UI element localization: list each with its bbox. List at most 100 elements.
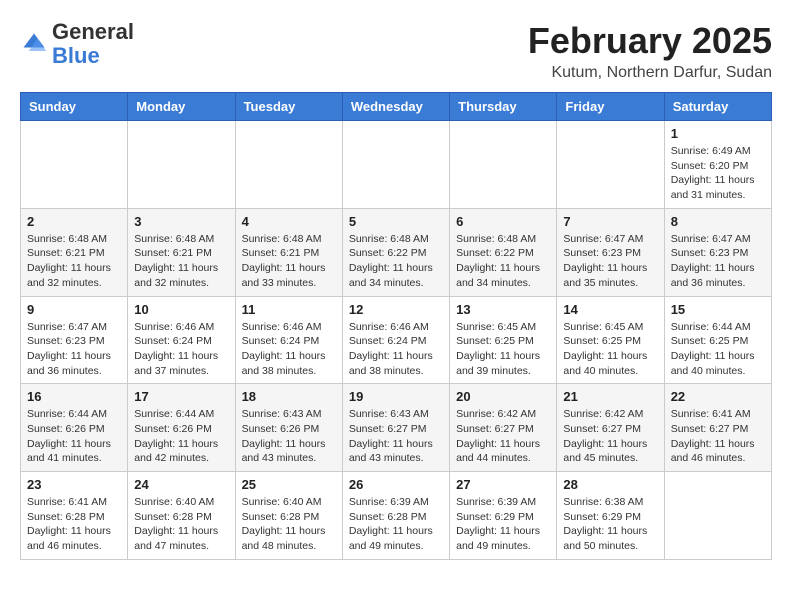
day-number: 15 [671, 302, 765, 317]
calendar-cell: 16 Sunrise: 6:44 AM Sunset: 6:26 PM Dayli… [21, 384, 128, 472]
calendar-cell: 25 Sunrise: 6:40 AM Sunset: 6:28 PM Dayli… [235, 472, 342, 560]
weekday-header-row: SundayMondayTuesdayWednesdayThursdayFrid… [21, 93, 772, 121]
weekday-header-wednesday: Wednesday [342, 93, 449, 121]
calendar-cell [235, 121, 342, 209]
calendar-cell: 8Sunrise: 6:47 AM Sunset: 6:23 PM Daylig… [664, 208, 771, 296]
calendar-cell: 21Sunrise: 6:42 AM Sunset: 6:27 PM Dayli… [557, 384, 664, 472]
day-number: 28 [563, 477, 657, 492]
weekday-header-thursday: Thursday [450, 93, 557, 121]
calendar-cell: 14 Sunrise: 6:45 AM Sunset: 6:25 PM Dayli… [557, 296, 664, 384]
day-info: Sunrise: 6:42 AM Sunset: 6:27 PM Dayligh… [456, 407, 550, 466]
day-info: Sunrise: 6:45 AM Sunset: 6:25 PM Dayligh… [563, 320, 657, 379]
day-number: 24 [134, 477, 228, 492]
day-info: Sunrise: 6:46 AM Sunset: 6:24 PM Dayligh… [134, 320, 228, 379]
calendar-cell: 13 Sunrise: 6:45 AM Sunset: 6:25 PM Dayli… [450, 296, 557, 384]
calendar-cell [664, 472, 771, 560]
day-number: 14 [563, 302, 657, 317]
day-number: 6 [456, 214, 550, 229]
day-number: 4 [242, 214, 336, 229]
day-info: Sunrise: 6:41 AM Sunset: 6:27 PM Dayligh… [671, 407, 765, 466]
day-info: Sunrise: 6:43 AM Sunset: 6:26 PM Dayligh… [242, 407, 336, 466]
logo-general-text: General [52, 19, 134, 44]
calendar-cell: 4Sunrise: 6:48 AM Sunset: 6:21 PM Daylig… [235, 208, 342, 296]
day-info: Sunrise: 6:49 AM Sunset: 6:20 PM Dayligh… [671, 144, 765, 203]
day-info: Sunrise: 6:48 AM Sunset: 6:21 PM Dayligh… [27, 232, 121, 291]
calendar-cell: 6 Sunrise: 6:48 AM Sunset: 6:22 PM Daylig… [450, 208, 557, 296]
day-number: 2 [27, 214, 121, 229]
day-info: Sunrise: 6:43 AM Sunset: 6:27 PM Dayligh… [349, 407, 443, 466]
day-number: 18 [242, 389, 336, 404]
day-info: Sunrise: 6:40 AM Sunset: 6:28 PM Dayligh… [242, 495, 336, 554]
day-number: 19 [349, 389, 443, 404]
weekday-header-friday: Friday [557, 93, 664, 121]
calendar-cell: 24Sunrise: 6:40 AM Sunset: 6:28 PM Dayli… [128, 472, 235, 560]
weekday-header-tuesday: Tuesday [235, 93, 342, 121]
calendar-cell [557, 121, 664, 209]
day-info: Sunrise: 6:44 AM Sunset: 6:26 PM Dayligh… [27, 407, 121, 466]
day-info: Sunrise: 6:48 AM Sunset: 6:22 PM Dayligh… [349, 232, 443, 291]
day-number: 8 [671, 214, 765, 229]
calendar-table: SundayMondayTuesdayWednesdayThursdayFrid… [20, 92, 772, 560]
day-number: 27 [456, 477, 550, 492]
day-number: 7 [563, 214, 657, 229]
logo: General Blue [20, 20, 134, 68]
day-info: Sunrise: 6:41 AM Sunset: 6:28 PM Dayligh… [27, 495, 121, 554]
calendar-cell: 28 Sunrise: 6:38 AM Sunset: 6:29 PM Dayli… [557, 472, 664, 560]
day-info: Sunrise: 6:44 AM Sunset: 6:26 PM Dayligh… [134, 407, 228, 466]
day-info: Sunrise: 6:44 AM Sunset: 6:25 PM Dayligh… [671, 320, 765, 379]
day-number: 25 [242, 477, 336, 492]
week-row-1: 1 Sunrise: 6:49 AM Sunset: 6:20 PM Daylig… [21, 121, 772, 209]
day-info: Sunrise: 6:38 AM Sunset: 6:29 PM Dayligh… [563, 495, 657, 554]
day-info: Sunrise: 6:47 AM Sunset: 6:23 PM Dayligh… [27, 320, 121, 379]
calendar-cell: 3 Sunrise: 6:48 AM Sunset: 6:21 PM Daylig… [128, 208, 235, 296]
calendar-cell: 2 Sunrise: 6:48 AM Sunset: 6:21 PM Daylig… [21, 208, 128, 296]
day-info: Sunrise: 6:46 AM Sunset: 6:24 PM Dayligh… [242, 320, 336, 379]
calendar-cell: 20 Sunrise: 6:42 AM Sunset: 6:27 PM Dayli… [450, 384, 557, 472]
day-number: 1 [671, 126, 765, 141]
month-title: February 2025 [528, 20, 772, 62]
day-number: 21 [563, 389, 657, 404]
calendar-cell [21, 121, 128, 209]
calendar-cell: 18 Sunrise: 6:43 AM Sunset: 6:26 PM Dayli… [235, 384, 342, 472]
calendar-cell: 1 Sunrise: 6:49 AM Sunset: 6:20 PM Daylig… [664, 121, 771, 209]
day-number: 10 [134, 302, 228, 317]
week-row-3: 9 Sunrise: 6:47 AM Sunset: 6:23 PM Daylig… [21, 296, 772, 384]
day-number: 11 [242, 302, 336, 317]
calendar-cell: 11 Sunrise: 6:46 AM Sunset: 6:24 PM Dayli… [235, 296, 342, 384]
week-row-4: 16 Sunrise: 6:44 AM Sunset: 6:26 PM Dayli… [21, 384, 772, 472]
day-info: Sunrise: 6:47 AM Sunset: 6:23 PM Dayligh… [563, 232, 657, 291]
day-number: 20 [456, 389, 550, 404]
calendar-cell: 15 Sunrise: 6:44 AM Sunset: 6:25 PM Dayli… [664, 296, 771, 384]
calendar-cell [128, 121, 235, 209]
day-info: Sunrise: 6:39 AM Sunset: 6:29 PM Dayligh… [456, 495, 550, 554]
calendar-cell: 23Sunrise: 6:41 AM Sunset: 6:28 PM Dayli… [21, 472, 128, 560]
calendar-cell: 27 Sunrise: 6:39 AM Sunset: 6:29 PM Dayli… [450, 472, 557, 560]
calendar-cell [342, 121, 449, 209]
calendar-cell: 17Sunrise: 6:44 AM Sunset: 6:26 PM Dayli… [128, 384, 235, 472]
day-number: 3 [134, 214, 228, 229]
calendar-cell [450, 121, 557, 209]
location-title: Kutum, Northern Darfur, Sudan [528, 64, 772, 82]
calendar-cell: 26Sunrise: 6:39 AM Sunset: 6:28 PM Dayli… [342, 472, 449, 560]
week-row-5: 23Sunrise: 6:41 AM Sunset: 6:28 PM Dayli… [21, 472, 772, 560]
day-number: 16 [27, 389, 121, 404]
title-area: February 2025 Kutum, Northern Darfur, Su… [528, 20, 772, 82]
day-info: Sunrise: 6:46 AM Sunset: 6:24 PM Dayligh… [349, 320, 443, 379]
day-number: 26 [349, 477, 443, 492]
day-number: 13 [456, 302, 550, 317]
day-number: 9 [27, 302, 121, 317]
calendar-cell: 5 Sunrise: 6:48 AM Sunset: 6:22 PM Daylig… [342, 208, 449, 296]
day-number: 12 [349, 302, 443, 317]
day-info: Sunrise: 6:48 AM Sunset: 6:22 PM Dayligh… [456, 232, 550, 291]
weekday-header-sunday: Sunday [21, 93, 128, 121]
calendar-cell: 10 Sunrise: 6:46 AM Sunset: 6:24 PM Dayli… [128, 296, 235, 384]
logo-blue-text: Blue [52, 43, 100, 68]
week-row-2: 2 Sunrise: 6:48 AM Sunset: 6:21 PM Daylig… [21, 208, 772, 296]
logo-icon [20, 30, 48, 58]
day-number: 5 [349, 214, 443, 229]
day-info: Sunrise: 6:48 AM Sunset: 6:21 PM Dayligh… [134, 232, 228, 291]
day-info: Sunrise: 6:45 AM Sunset: 6:25 PM Dayligh… [456, 320, 550, 379]
day-number: 22 [671, 389, 765, 404]
header: General Blue February 2025 Kutum, Northe… [20, 20, 772, 82]
weekday-header-monday: Monday [128, 93, 235, 121]
